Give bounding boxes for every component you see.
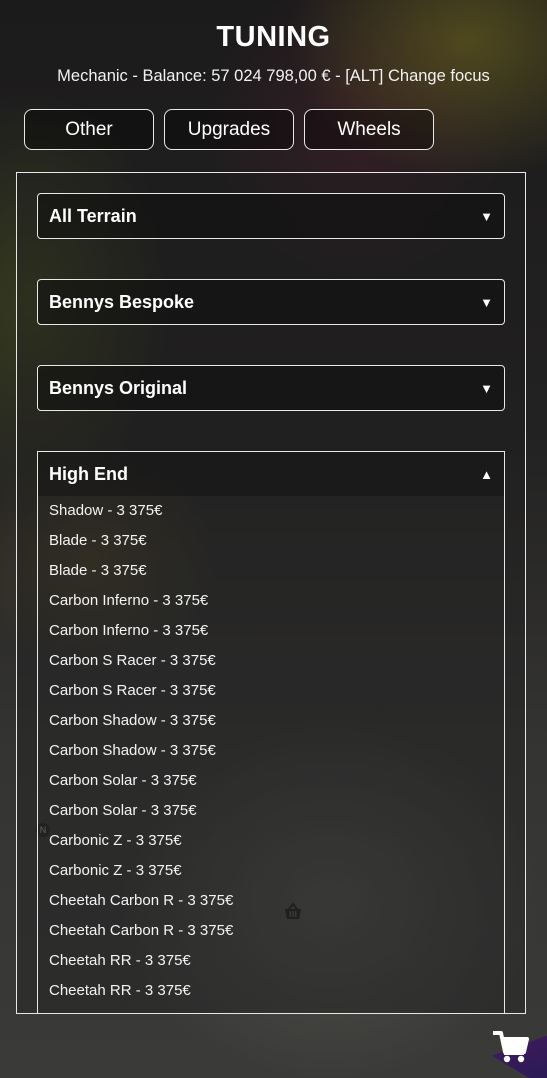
wheel-option[interactable]: Cheetah Carbon R - 3 375€ (38, 886, 504, 916)
wheel-option[interactable]: Carbonic Z - 3 375€ (38, 826, 504, 856)
wheel-option[interactable]: Carbon Shadow - 3 375€ (38, 706, 504, 736)
caret-down-icon: ▼ (480, 208, 493, 224)
accordion-high-end: High End ▲ Shadow - 3 375€ Blade - 3 375€… (37, 451, 505, 1013)
header: TUNING Mechanic - Balance: 57 024 798,00… (0, 18, 547, 88)
wheel-option[interactable]: Cheetah RR - 3 375€ (38, 946, 504, 976)
wheel-option[interactable]: Cheetah Carbon R - 3 375€ (38, 916, 504, 946)
tab-other[interactable]: Other (24, 109, 154, 150)
accordion-label: Bennys Bespoke (49, 291, 195, 312)
category-panel: All Terrain ▼ Bennys Bespoke ▼ Bennys Or… (16, 172, 526, 1014)
wheel-option[interactable]: Carbon S Racer - 3 375€ (38, 676, 504, 706)
tab-bar: Cosmetics Other Upgrades Wheels (16, 109, 526, 153)
wheel-option[interactable]: Carbon Solar - 3 375€ (38, 766, 504, 796)
wheel-option[interactable]: Carbon Shadow - 3 375€ (38, 736, 504, 766)
accordion-header[interactable]: Bennys Bespoke ▼ (38, 280, 504, 324)
wheel-option[interactable]: Carbonic Z - 3 375€ (38, 856, 504, 886)
caret-down-icon: ▼ (480, 294, 493, 310)
wheel-option[interactable]: Blade - 3 375€ (38, 556, 504, 586)
balance-info: Mechanic - Balance: 57 024 798,00 € - [A… (57, 67, 490, 85)
accordion-all-terrain[interactable]: All Terrain ▼ (37, 193, 505, 239)
accordion-header[interactable]: All Terrain ▼ (38, 194, 504, 238)
wheel-option[interactable]: Cheetah RR - 3 375€ (38, 976, 504, 1006)
accordion-header[interactable]: High End ▲ (38, 452, 504, 496)
wheel-option[interactable]: Carbon S Racer - 3 375€ (38, 646, 504, 676)
accordion-label: All Terrain (49, 205, 137, 226)
tab-wheels[interactable]: Wheels (304, 109, 434, 150)
accordion-label: High End (49, 463, 128, 484)
page-title: TUNING (216, 21, 331, 53)
wheel-list: Shadow - 3 375€ Blade - 3 375€ Blade - 3 3… (38, 496, 504, 1006)
accordion-header[interactable]: Bennys Original ▼ (38, 366, 504, 410)
accordion-bennys-original[interactable]: Bennys Original ▼ (37, 365, 505, 411)
shopping-cart-icon[interactable] (493, 1030, 529, 1064)
wheel-option[interactable]: Shadow - 3 375€ (38, 496, 504, 526)
accordion-bennys-bespoke[interactable]: Bennys Bespoke ▼ (37, 279, 505, 325)
wheel-option[interactable]: Carbon Solar - 3 375€ (38, 796, 504, 826)
caret-up-icon: ▲ (480, 466, 493, 482)
wheel-option[interactable]: Blade - 3 375€ (38, 526, 504, 556)
tab-upgrades[interactable]: Upgrades (164, 109, 294, 150)
wheel-option[interactable]: Carbon Inferno - 3 375€ (38, 586, 504, 616)
accordion-label: Bennys Original (49, 377, 188, 398)
caret-down-icon: ▼ (480, 380, 493, 396)
wheel-option[interactable]: Carbon Inferno - 3 375€ (38, 616, 504, 646)
